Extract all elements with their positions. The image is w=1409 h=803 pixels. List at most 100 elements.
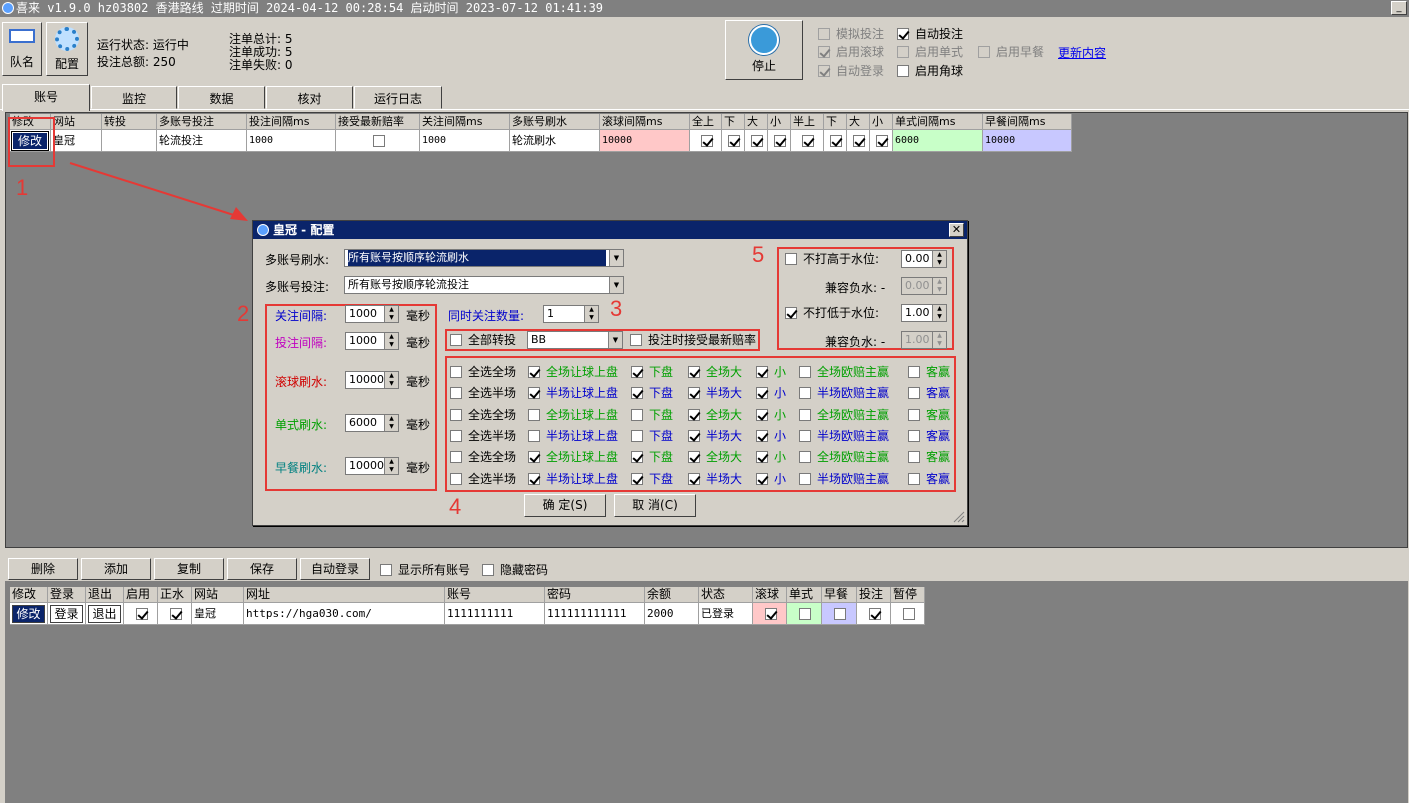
spin-arrows-icon[interactable]: ▲ ▼ bbox=[932, 278, 946, 294]
option-live[interactable]: 启用滚球 bbox=[818, 45, 884, 59]
bet-type-checkbox[interactable] bbox=[799, 366, 811, 378]
bet-type-checkbox[interactable] bbox=[799, 472, 811, 485]
bet-type-cell[interactable] bbox=[745, 130, 768, 152]
bet-type-option[interactable]: 下盘 bbox=[631, 408, 673, 422]
bet-type-option[interactable]: 客赢 bbox=[908, 450, 950, 464]
bet-type-option[interactable]: 半场让球上盘 bbox=[528, 472, 618, 486]
bet-type-option[interactable]: 小 bbox=[756, 408, 786, 422]
login-button[interactable]: 登录 bbox=[50, 605, 83, 623]
neg-water-spinner-2[interactable]: 1.00 ▲ ▼ bbox=[901, 331, 947, 349]
bet-type-checkbox[interactable] bbox=[799, 451, 811, 464]
option-checkbox[interactable] bbox=[897, 65, 909, 77]
bet-type-option[interactable]: 全选全场 bbox=[450, 450, 516, 464]
spin-arrows-icon[interactable]: ▲ ▼ bbox=[584, 306, 598, 322]
option-checkbox[interactable] bbox=[978, 46, 990, 58]
bet-type-option[interactable]: 小 bbox=[756, 386, 786, 400]
bet-type-option[interactable]: 下盘 bbox=[631, 365, 673, 379]
transfer-all[interactable]: 全部转投 bbox=[450, 333, 516, 347]
grid2-check-cell[interactable] bbox=[753, 603, 787, 625]
bet-type-option[interactable]: 小 bbox=[756, 450, 786, 464]
option-checkbox[interactable] bbox=[897, 46, 909, 58]
bet-type-checkbox[interactable] bbox=[908, 451, 920, 464]
add-button[interactable]: 添加 bbox=[81, 558, 151, 580]
bet-type-option[interactable]: 全选半场 bbox=[450, 429, 516, 443]
tab-data[interactable]: 数据 bbox=[178, 86, 265, 109]
option-auto-bet[interactable]: 自动投注 bbox=[897, 27, 963, 41]
pause-checkbox[interactable] bbox=[902, 608, 915, 620]
bet-type-option[interactable]: 全场欧赔主赢 bbox=[799, 450, 889, 464]
bet-type-option[interactable]: 下盘 bbox=[631, 450, 673, 464]
update-link[interactable]: 更新内容 bbox=[1058, 44, 1106, 61]
cancel-button[interactable]: 取 消(C) bbox=[614, 494, 696, 517]
bet-type-checkbox[interactable] bbox=[756, 366, 768, 378]
bet-type-checkbox[interactable] bbox=[528, 451, 540, 464]
accept-odds[interactable]: 投注时接受最新赔率 bbox=[630, 333, 756, 347]
bet-type-checkbox[interactable] bbox=[528, 387, 540, 400]
positive-checkbox[interactable] bbox=[169, 608, 182, 620]
bet-type-cell[interactable] bbox=[690, 130, 722, 152]
bet-type-checkbox[interactable] bbox=[450, 387, 462, 400]
bet-type-checkbox[interactable] bbox=[756, 429, 768, 442]
bet-type-option[interactable]: 半场让球上盘 bbox=[528, 386, 618, 400]
bet-type-option[interactable]: 客赢 bbox=[908, 429, 950, 443]
bet-type-checkbox[interactable] bbox=[688, 472, 700, 485]
bet-type-option[interactable]: 全场大 bbox=[688, 365, 742, 379]
show-all-accounts[interactable]: 显示所有账号 bbox=[380, 563, 470, 577]
save-button[interactable]: 保存 bbox=[227, 558, 297, 580]
spin-arrows-icon[interactable]: ▲ ▼ bbox=[384, 372, 398, 388]
spin-arrows-icon[interactable]: ▲ ▼ bbox=[932, 332, 946, 348]
bet-type-checkbox[interactable] bbox=[799, 387, 811, 400]
option-early[interactable]: 启用早餐 bbox=[978, 45, 1044, 59]
chevron-down-icon[interactable]: ▼ bbox=[608, 332, 622, 348]
bet-type-option[interactable]: 全选全场 bbox=[450, 365, 516, 379]
bet-type-cell[interactable] bbox=[824, 130, 847, 152]
bet-type-option[interactable]: 下盘 bbox=[631, 429, 673, 443]
spin-arrows-icon[interactable]: ▲ ▼ bbox=[932, 251, 946, 267]
bet-type-option[interactable]: 半场欧赔主赢 bbox=[799, 386, 889, 400]
min-water-checkbox[interactable] bbox=[785, 307, 797, 319]
bet-type-cell[interactable] bbox=[768, 130, 791, 152]
spin-arrows-icon[interactable]: ▲ ▼ bbox=[384, 306, 398, 322]
neg-water-spinner-1[interactable]: 0.00 ▲ ▼ bbox=[901, 277, 947, 295]
bet-type-option[interactable]: 全选半场 bbox=[450, 472, 516, 486]
bet-type-checkbox[interactable] bbox=[631, 408, 643, 421]
spin-arrows-icon[interactable]: ▲ ▼ bbox=[384, 415, 398, 431]
bet-type-option[interactable]: 全场欧赔主赢 bbox=[799, 408, 889, 422]
option-corner[interactable]: 启用角球 bbox=[897, 64, 963, 78]
bet-type-checkbox[interactable] bbox=[450, 451, 462, 464]
bet-type-checkbox[interactable] bbox=[631, 429, 643, 442]
bet-type-checkbox[interactable] bbox=[908, 387, 920, 400]
grid2-check-cell[interactable] bbox=[857, 603, 891, 625]
bet-type-checkbox[interactable] bbox=[450, 429, 462, 442]
bet-type-checkbox[interactable] bbox=[799, 429, 811, 442]
min-water[interactable]: 不打低于水位: bbox=[785, 306, 879, 320]
copy-button[interactable]: 复制 bbox=[154, 558, 224, 580]
grid2-check-cell[interactable] bbox=[158, 603, 192, 625]
bet-type-checkbox[interactable] bbox=[450, 472, 462, 485]
bet-type-checkbox[interactable] bbox=[908, 429, 920, 442]
bet-type-checkbox[interactable] bbox=[528, 408, 540, 421]
bet-type-option[interactable]: 半场让球上盘 bbox=[528, 429, 618, 443]
bet-type-option[interactable]: 下盘 bbox=[631, 472, 673, 486]
max-water-spinner[interactable]: 0.00 ▲ ▼ bbox=[901, 250, 947, 268]
transfer-all-checkbox[interactable] bbox=[450, 334, 462, 346]
hide-password[interactable]: 隐藏密码 bbox=[482, 563, 548, 577]
bet-type-option[interactable]: 小 bbox=[756, 472, 786, 486]
bet-type-checkbox[interactable] bbox=[688, 408, 700, 421]
bet-type-cell[interactable] bbox=[870, 130, 893, 152]
bet-type-option[interactable]: 全场大 bbox=[688, 408, 742, 422]
bet-type-checkbox[interactable] bbox=[908, 366, 920, 378]
interval-spinner[interactable]: 6000 ▲ ▼ bbox=[345, 414, 399, 432]
multi-refresh-select[interactable]: 所有账号按顺序轮流刷水 ▼ bbox=[344, 249, 624, 267]
auto-login-button[interactable]: 自动登录 bbox=[300, 558, 370, 580]
bet-type-checkbox[interactable] bbox=[631, 387, 643, 400]
bet-type-option[interactable]: 客赢 bbox=[908, 472, 950, 486]
bet-type-checkbox[interactable] bbox=[528, 472, 540, 485]
bet-type-option[interactable]: 半场欧赔主赢 bbox=[799, 429, 889, 443]
accept-odds-cell[interactable] bbox=[336, 130, 420, 152]
bet-type-option[interactable]: 全选半场 bbox=[450, 386, 516, 400]
bet-type-checkbox[interactable] bbox=[751, 135, 763, 147]
min-water-spinner[interactable]: 1.00 ▲ ▼ bbox=[901, 304, 947, 322]
bet-type-cell[interactable] bbox=[722, 130, 745, 152]
bet-type-checkbox[interactable] bbox=[528, 366, 540, 378]
